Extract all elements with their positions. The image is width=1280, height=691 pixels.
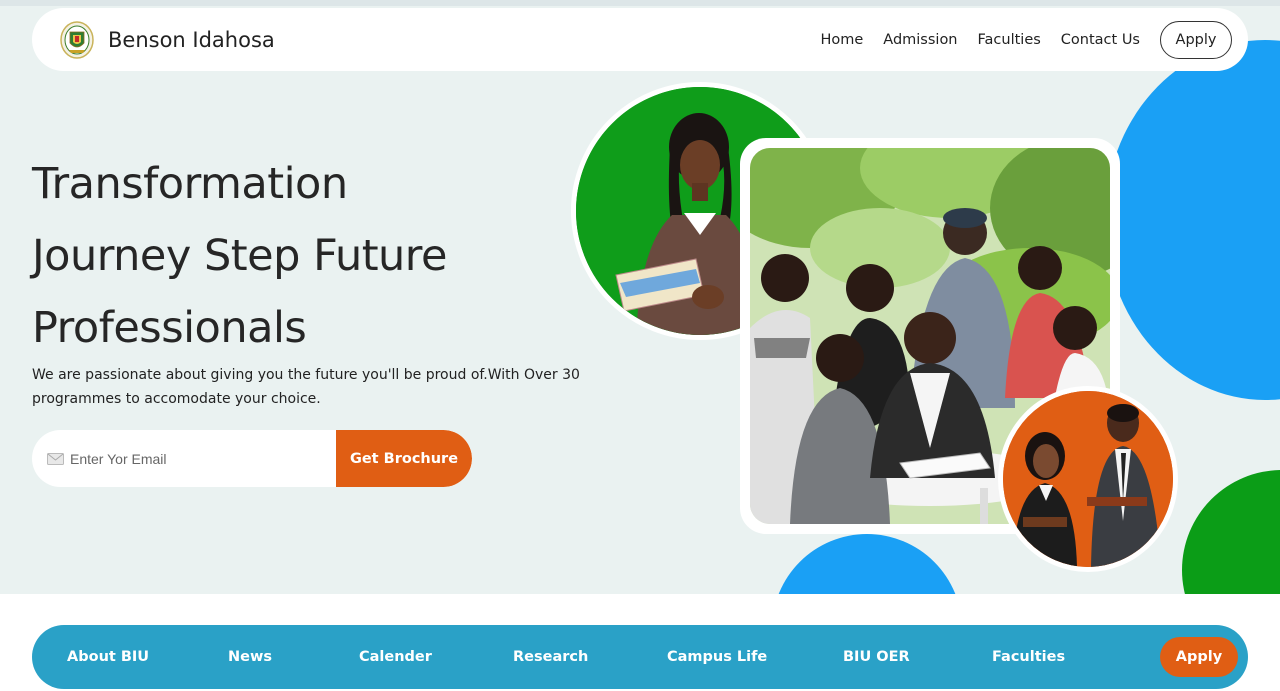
main-nav-links: Home Admission Faculties Contact Us Appl…	[800, 20, 1232, 59]
nav-item-about-biu[interactable]: About BIU	[67, 625, 149, 689]
nav-link-faculties[interactable]: Faculties	[978, 32, 1041, 48]
email-input[interactable]	[70, 450, 330, 467]
decorative-green-blob	[1182, 470, 1280, 594]
nav-link-admission[interactable]: Admission	[883, 32, 957, 48]
secondary-nav-bar: About BIU News Calender Research Campus …	[32, 625, 1248, 689]
get-brochure-button[interactable]: Get Brochure	[336, 430, 472, 487]
nav-item-campus-life[interactable]: Campus Life	[667, 625, 767, 689]
hero-section: Benson Idahosa Home Admission Faculties …	[0, 0, 1280, 594]
nav-item-research[interactable]: Research	[513, 625, 588, 689]
nav-item-news[interactable]: News	[228, 625, 272, 689]
headline-line-3: Professionals	[32, 303, 307, 353]
envelope-icon	[47, 452, 64, 465]
brochure-form: Get Brochure	[32, 430, 472, 487]
nav-item-calender[interactable]: Calender	[359, 625, 432, 689]
apply-button[interactable]: Apply	[1160, 20, 1232, 59]
top-navbar: Benson Idahosa Home Admission Faculties …	[32, 8, 1248, 71]
email-field-wrapper	[32, 430, 336, 487]
professionals-photo	[998, 386, 1178, 572]
top-strip	[0, 0, 1280, 6]
bottom-apply-button[interactable]: Apply	[1160, 637, 1238, 677]
nav-item-biu-oer[interactable]: BIU OER	[843, 625, 910, 689]
university-crest-logo[interactable]	[60, 20, 94, 59]
headline-line-2: Journey Step Future	[32, 231, 448, 281]
decorative-blue-blob	[1105, 40, 1280, 400]
decorative-blue-semicircle	[772, 534, 962, 594]
headline-line-1: Transformation	[32, 159, 348, 209]
nav-link-home[interactable]: Home	[820, 32, 863, 48]
nav-item-faculties[interactable]: Faculties	[992, 625, 1065, 689]
brand-name[interactable]: Benson Idahosa	[108, 28, 275, 52]
nav-link-contact-us[interactable]: Contact Us	[1061, 32, 1140, 48]
hero-headline: Transformation Journey Step Future Profe…	[32, 148, 592, 364]
hero-subtext: We are passionate about giving you the f…	[32, 367, 580, 407]
